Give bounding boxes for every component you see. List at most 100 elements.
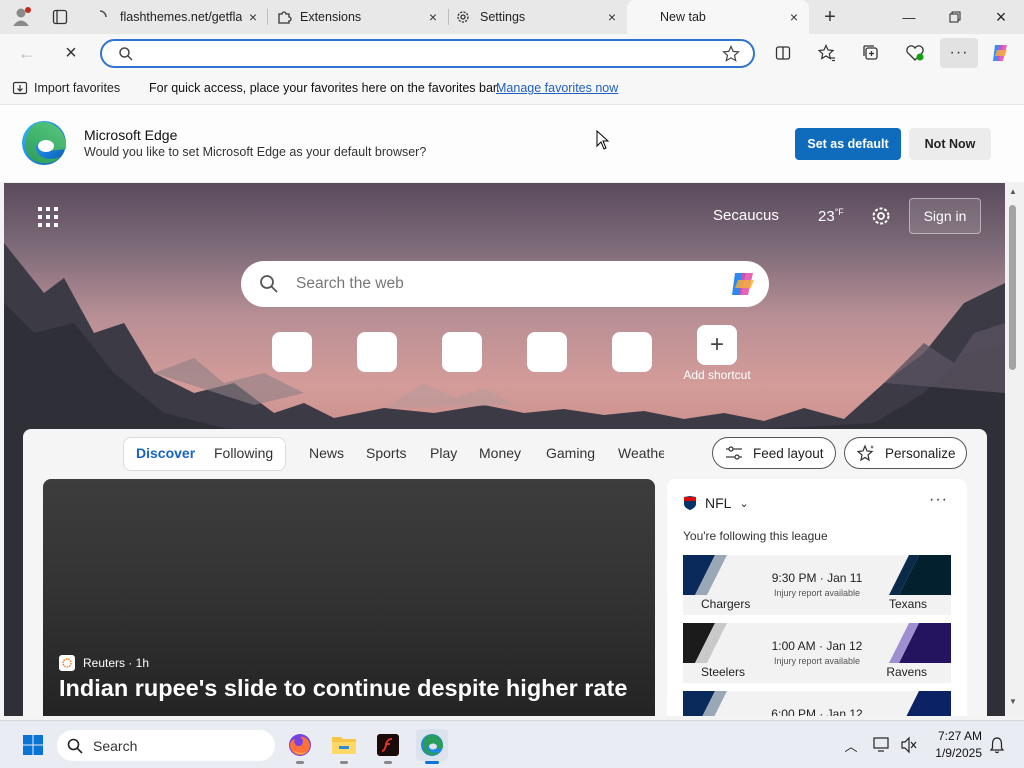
gear-icon	[457, 11, 469, 23]
page-scrollbar[interactable]: ▲ ▼	[1005, 183, 1024, 716]
minimize-button[interactable]: —	[886, 0, 932, 34]
tab-sports[interactable]: Sports	[366, 445, 406, 461]
web-search-box[interactable]: Search the web	[241, 261, 769, 307]
tab-extensions[interactable]: Extensions ×	[268, 0, 448, 34]
personalize-button[interactable]: Personalize	[844, 437, 967, 469]
profile-button[interactable]	[6, 2, 36, 32]
copilot-icon	[993, 45, 1007, 61]
sliders-icon	[726, 446, 742, 460]
show-hidden-icons-button[interactable]: ︿	[836, 729, 866, 761]
set-as-default-button[interactable]: Set as default	[795, 128, 901, 160]
away-team: Chargers	[701, 597, 751, 611]
game-time: 9:30 PM · Jan 11	[771, 571, 863, 585]
game-row[interactable]: 9:30 PM · Jan 11 Injury report available…	[683, 555, 951, 615]
address-bar[interactable]	[100, 39, 755, 68]
volume-button[interactable]	[896, 729, 922, 761]
notifications-button[interactable]	[984, 729, 1010, 761]
heart-pulse-icon	[906, 45, 924, 61]
tab-flashthemes[interactable]: flashthemes.net/getfla ×	[86, 0, 268, 34]
shortcut-tile[interactable]	[357, 332, 397, 372]
sparkle-star-icon	[857, 444, 874, 462]
more-options-icon[interactable]: ···	[929, 491, 948, 509]
copilot-button[interactable]	[986, 38, 1016, 68]
close-icon[interactable]: ×	[605, 10, 619, 24]
tab-gaming[interactable]: Gaming	[546, 445, 595, 461]
tab-news[interactable]: News	[309, 445, 344, 461]
favorites-bar: Import favorites For quick access, place…	[0, 72, 1024, 104]
firefox-icon	[289, 734, 311, 756]
back-button[interactable]: ←	[12, 38, 42, 68]
tab-strip: flashthemes.net/getfla × Extensions × Se…	[0, 0, 1024, 34]
manage-favorites-link[interactable]: Manage favorites now	[496, 81, 618, 95]
tab-settings[interactable]: Settings ×	[449, 0, 627, 34]
nfl-header[interactable]: NFL ⌄	[683, 495, 749, 511]
taskbar-search-box[interactable]: Search	[57, 730, 275, 761]
banner-title: Microsoft Edge	[84, 127, 178, 143]
close-window-button[interactable]: ×	[978, 0, 1024, 34]
copilot-icon[interactable]	[729, 270, 759, 298]
tab-weather[interactable]: Weathe	[618, 445, 664, 461]
collections-button[interactable]	[856, 38, 886, 68]
default-browser-banner: Microsoft Edge Would you like to set Mic…	[0, 104, 1024, 182]
scroll-down-arrow-icon[interactable]: ▼	[1009, 697, 1017, 706]
restore-button[interactable]	[932, 0, 978, 34]
article-source-label: Reuters · 1h	[83, 656, 150, 670]
volume-muted-icon	[901, 736, 917, 754]
scroll-up-arrow-icon[interactable]: ▲	[1009, 187, 1017, 196]
import-favorites-button[interactable]: Import favorites	[12, 80, 120, 96]
tab-following[interactable]: Following	[214, 445, 273, 461]
restore-icon	[949, 11, 961, 23]
tab-label: New tab	[660, 10, 706, 24]
edge-taskbar-button[interactable]	[416, 729, 448, 761]
hero-article-card[interactable]: Reuters · 1h Indian rupee's slide to con…	[43, 479, 655, 716]
game-time: 6:00 PM · Jan 12	[771, 707, 863, 716]
tab-discover[interactable]: Discover	[136, 445, 195, 461]
not-now-button[interactable]: Not Now	[909, 128, 991, 160]
star-icon[interactable]	[722, 45, 740, 63]
file-explorer-taskbar-button[interactable]	[328, 729, 360, 761]
running-indicator	[340, 761, 348, 764]
firefox-taskbar-button[interactable]	[284, 729, 316, 761]
network-status-button[interactable]	[868, 729, 898, 761]
feed-layout-button[interactable]: Feed layout	[712, 437, 836, 469]
close-icon: ×	[65, 41, 77, 64]
favorites-button[interactable]	[812, 38, 842, 68]
close-icon[interactable]: ×	[246, 10, 260, 24]
sign-in-button[interactable]: Sign in	[909, 198, 981, 234]
shortcut-tile[interactable]	[527, 332, 567, 372]
new-tab-button[interactable]: +	[815, 2, 845, 32]
game-row[interactable]: 6:00 PM · Jan 12	[683, 691, 951, 716]
settings-and-more-button[interactable]: ···	[940, 38, 978, 68]
flash-player-taskbar-button[interactable]	[372, 729, 404, 761]
reuters-logo-icon	[59, 655, 75, 671]
favorites-star-icon	[818, 44, 835, 62]
stop-loading-button[interactable]: ×	[56, 38, 86, 68]
clock-date[interactable]: 1/9/2025	[928, 746, 982, 760]
browser-essentials-button[interactable]	[900, 38, 930, 68]
start-button[interactable]	[17, 729, 49, 761]
tab-play[interactable]: Play	[430, 445, 457, 461]
weather-temperature[interactable]: 23°F	[818, 207, 844, 225]
tab-new-tab[interactable]: New tab ×	[627, 0, 809, 34]
split-screen-button[interactable]	[768, 38, 798, 68]
article-headline[interactable]: Indian rupee's slide to continue despite…	[59, 675, 639, 702]
close-icon[interactable]: ×	[787, 10, 801, 24]
shortcut-tile[interactable]	[272, 332, 312, 372]
collections-icon	[863, 45, 878, 60]
back-arrow-icon: ←	[18, 42, 36, 63]
apps-grid-icon[interactable]	[36, 205, 60, 229]
scrollbar-thumb[interactable]	[1009, 205, 1016, 370]
shortcut-tile[interactable]	[442, 332, 482, 372]
clock-time[interactable]: 7:27 AM	[928, 729, 982, 743]
tab-money[interactable]: Money	[479, 445, 521, 461]
home-team: Ravens	[886, 665, 927, 679]
page-settings-gear-icon[interactable]	[870, 205, 892, 227]
game-row[interactable]: 1:00 AM · Jan 12 Injury report available…	[683, 623, 951, 683]
close-icon[interactable]: ×	[426, 10, 440, 24]
tab-actions-button[interactable]	[45, 2, 75, 32]
add-shortcut-button[interactable]: +	[697, 325, 737, 365]
weather-location[interactable]: Secaucus	[713, 207, 779, 224]
temperature-value: 23	[818, 208, 835, 225]
shortcut-tile[interactable]	[612, 332, 652, 372]
search-icon	[67, 738, 83, 754]
